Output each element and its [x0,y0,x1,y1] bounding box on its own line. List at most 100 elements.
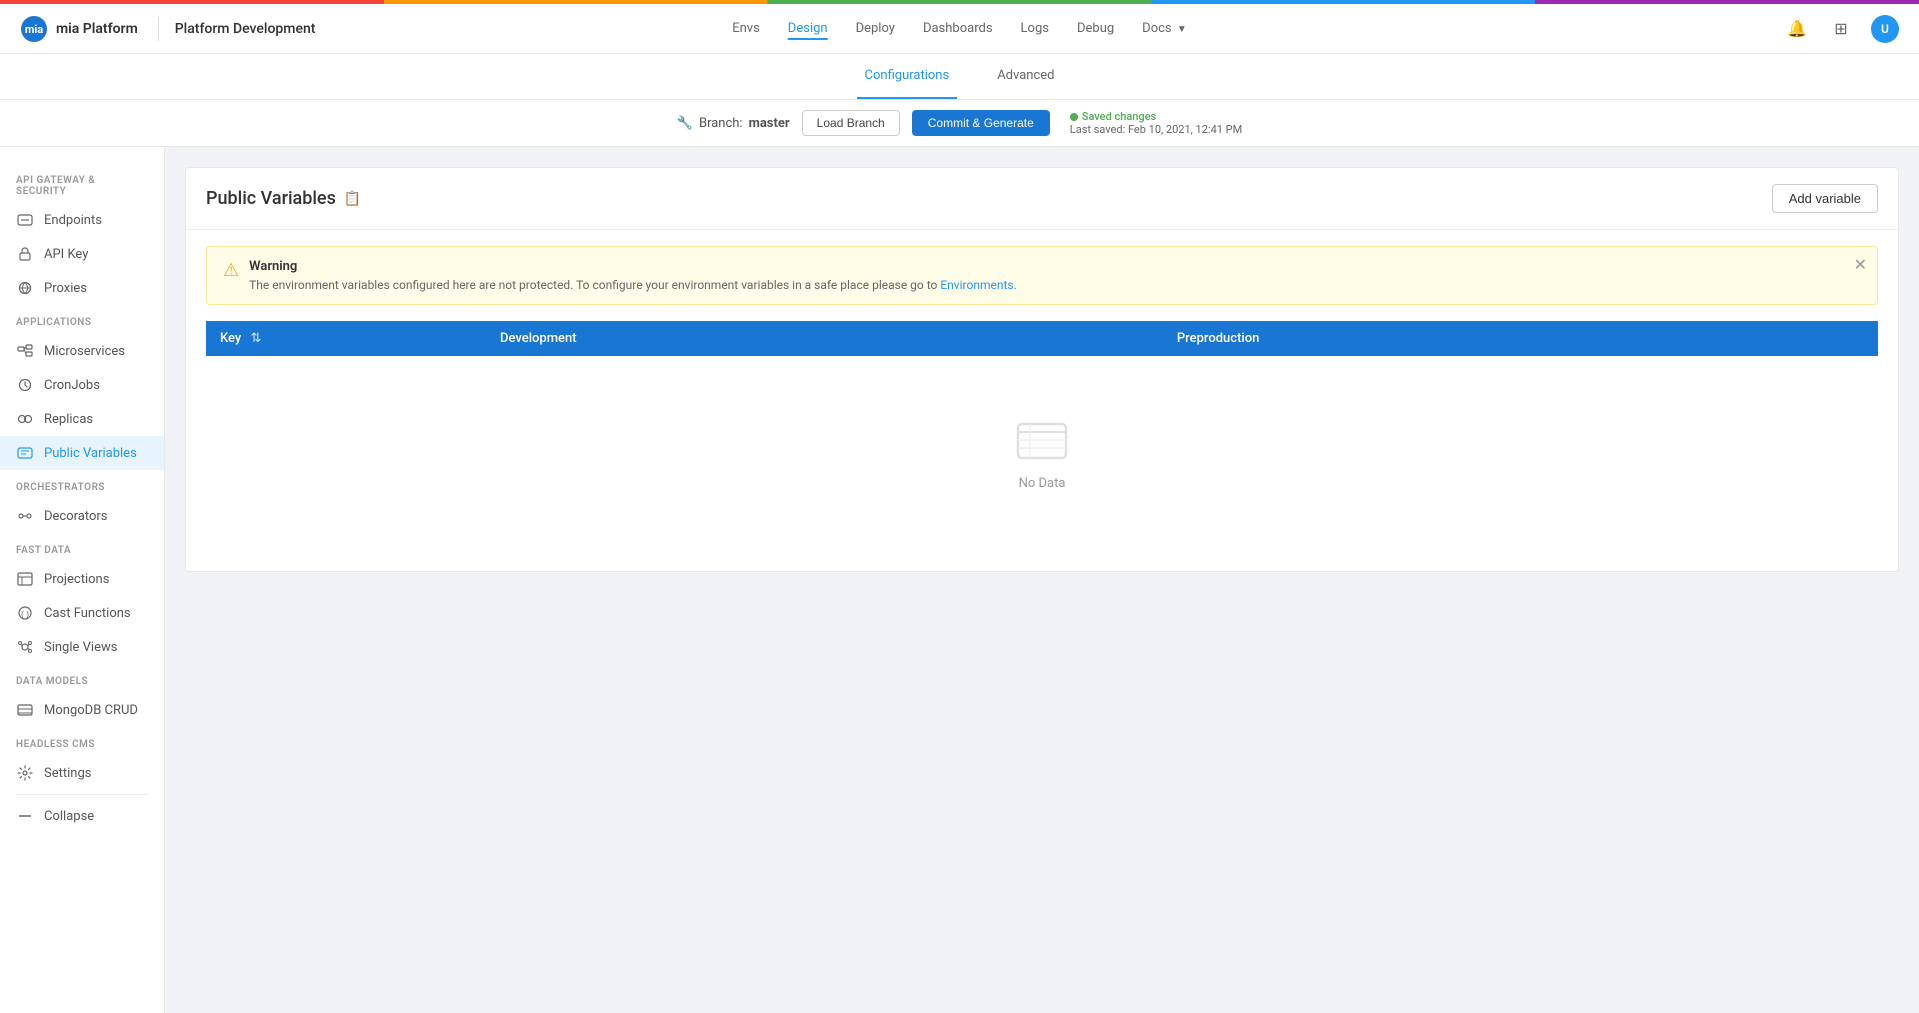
no-data-container: No Data [206,356,1878,551]
notification-icon[interactable]: 🔔 [1783,15,1811,43]
nav-docs[interactable]: Docs ▼ [1142,17,1187,40]
info-icon: 📋 [344,191,361,207]
saved-text: Saved changes [1070,110,1242,123]
project-name: Platform Development [175,21,316,37]
sidebar-item-cast-functions[interactable]: () Cast Functions [0,596,164,630]
logo-text: mia Platform [56,21,138,37]
sidebar-item-projections[interactable]: Projections [0,562,164,596]
sidebar-item-endpoints[interactable]: Endpoints [0,203,164,237]
header-divider [158,17,159,41]
section-title-orchestrators: ORCHESTRATORS [0,470,164,499]
warning-box: ⚠ Warning The environment variables conf… [206,246,1878,305]
tab-configurations[interactable]: Configurations [857,54,958,99]
svg-text:mia: mia [25,23,43,36]
sidebar-item-cronjobs[interactable]: CronJobs [0,368,164,402]
replica-icon [16,410,34,428]
nav-dashboards[interactable]: Dashboards [923,17,993,40]
sidebar-item-settings[interactable]: Settings [0,756,164,790]
layout-icon[interactable]: ⊞ [1827,15,1855,43]
content-card: Public Variables 📋 Add variable ⚠ Warnin… [185,167,1899,572]
saved-status: Saved changes Last saved: Feb 10, 2021, … [1070,110,1242,136]
sidebar-item-single-views[interactable]: Single Views [0,630,164,664]
nav-debug[interactable]: Debug [1077,17,1114,40]
sidebar-item-proxies[interactable]: Proxies [0,271,164,305]
sidebar-item-microservices[interactable]: Microservices [0,334,164,368]
tab-advanced[interactable]: Advanced [989,54,1062,99]
header-nav: Envs Design Deploy Dashboards Logs Debug… [732,17,1187,40]
warning-content: Warning The environment variables config… [249,259,1017,292]
section-title-applications: APPLICATIONS [0,305,164,334]
header-actions: 🔔 ⊞ U [1783,15,1899,43]
table-body: No Data [206,356,1878,551]
table-header: Key ⇅ Development Preproduction [206,321,1878,356]
nav-deploy[interactable]: Deploy [856,17,895,40]
section-title-fast-data: FAST DATA [0,533,164,562]
avatar[interactable]: U [1871,15,1899,43]
section-title-headless-cms: HEADLESS CMS [0,727,164,756]
logo-icon: mia [20,15,48,43]
sidebar-label-decorators: Decorators [44,509,108,524]
cast-icon: () [16,604,34,622]
branch-bar: 🔧 Branch: master Load Branch Commit & Ge… [0,100,1919,147]
saved-dot-icon [1070,113,1078,121]
warning-close-button[interactable]: ✕ [1854,257,1867,273]
docs-dropdown-icon: ▼ [1177,24,1187,35]
column-development: Development [486,321,1163,356]
sidebar-item-mongodb-crud[interactable]: MongoDB CRUD [0,693,164,727]
collapse-button[interactable]: Collapse [0,799,164,833]
decorator-icon [16,507,34,525]
branch-icon: 🔧 [677,116,693,131]
sidebar-label-public-variables: Public Variables [44,446,137,461]
sort-icon: ⇅ [251,331,262,346]
sidebar-label-endpoints: Endpoints [44,213,102,228]
no-data-text: No Data [1019,476,1066,491]
sidebar-item-api-key[interactable]: API Key [0,237,164,271]
logo: mia mia Platform [20,15,138,43]
last-saved-time: Last saved: Feb 10, 2021, 12:41 PM [1070,123,1242,136]
nav-envs[interactable]: Envs [732,17,760,40]
sidebar-label-api-key: API Key [44,247,88,262]
warning-title: Warning [249,259,1017,274]
sidebar-divider [16,794,148,795]
variables-icon [16,444,34,462]
sidebar-item-replicas[interactable]: Replicas [0,402,164,436]
commit-generate-button[interactable]: Commit & Generate [912,110,1050,136]
sub-header: Configurations Advanced [0,54,1919,100]
main-layout: API GATEWAY & SECURITY Endpoints API Key… [0,147,1919,1013]
column-key[interactable]: Key ⇅ [206,321,486,356]
sidebar: API GATEWAY & SECURITY Endpoints API Key… [0,147,165,1013]
card-header: Public Variables 📋 Add variable [186,168,1898,230]
sidebar-label-cronjobs: CronJobs [44,378,100,393]
sidebar-label-proxies: Proxies [44,281,87,296]
branch-prefix: Branch: [699,116,743,131]
settings-icon [16,764,34,782]
sidebar-label-single-views: Single Views [44,640,117,655]
endpoint-icon [16,211,34,229]
collapse-label: Collapse [44,809,94,824]
nav-logs[interactable]: Logs [1021,17,1049,40]
branch-label: 🔧 Branch: master [677,116,790,131]
load-branch-button[interactable]: Load Branch [802,110,900,136]
card-title: Public Variables 📋 [206,188,361,209]
column-preproduction: Preproduction [1163,321,1878,356]
mongodb-icon [16,701,34,719]
section-title-api: API GATEWAY & SECURITY [0,163,164,203]
collapse-icon [16,807,34,825]
header: mia mia Platform Platform Development En… [0,4,1919,54]
no-data-icon [1014,416,1070,464]
sidebar-label-projections: Projections [44,572,109,587]
main-content: Public Variables 📋 Add variable ⚠ Warnin… [165,147,1919,1013]
warning-text: The environment variables configured her… [249,278,1017,292]
data-table: Key ⇅ Development Preproduction [206,321,1878,551]
environments-link[interactable]: Environments. [940,278,1016,292]
sidebar-label-replicas: Replicas [44,412,93,427]
warning-icon: ⚠ [223,260,239,281]
sidebar-label-settings: Settings [44,766,91,781]
sidebar-item-public-variables[interactable]: Public Variables [0,436,164,470]
sidebar-item-decorators[interactable]: Decorators [0,499,164,533]
branch-name: master [749,116,790,131]
microservice-icon [16,342,34,360]
sidebar-label-cast-functions: Cast Functions [44,606,131,621]
add-variable-button[interactable]: Add variable [1772,184,1878,213]
nav-design[interactable]: Design [788,17,828,40]
